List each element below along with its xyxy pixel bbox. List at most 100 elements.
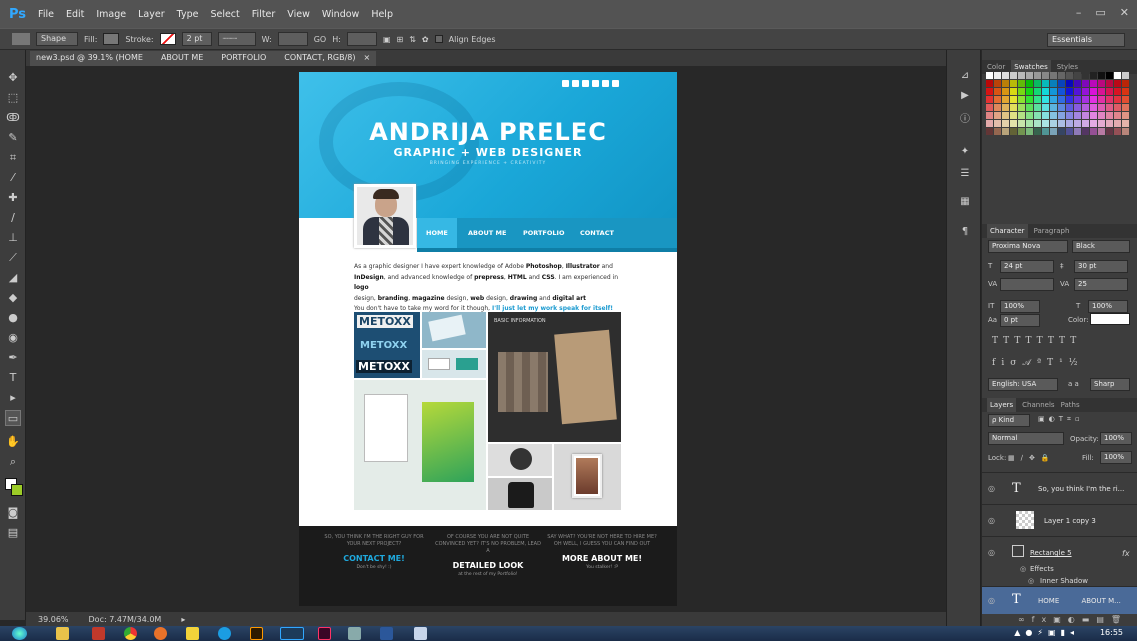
document-tab[interactable]: new3.psd @ 39.1% (HOME ABOUT ME PORTFOLI… xyxy=(30,51,377,66)
workspace-select[interactable]: Essentials xyxy=(1047,33,1125,47)
swatch[interactable] xyxy=(1018,120,1025,127)
swatch[interactable] xyxy=(1122,96,1129,103)
align-edges-checkbox[interactable] xyxy=(434,35,443,43)
status-arrow-icon[interactable]: ▸ xyxy=(181,615,185,624)
swatch[interactable] xyxy=(1114,128,1121,135)
taskbar-app-icon[interactable] xyxy=(348,627,361,640)
portfolio-magazine[interactable]: BASIC INFORMATION xyxy=(488,312,621,442)
swatch[interactable] xyxy=(1058,88,1065,95)
swatch[interactable] xyxy=(1042,80,1049,87)
crop-tool-icon[interactable]: ⌗ xyxy=(5,150,21,166)
swatch[interactable] xyxy=(994,72,1001,79)
swatch[interactable] xyxy=(1002,72,1009,79)
swatch[interactable] xyxy=(994,120,1001,127)
swatch[interactable] xyxy=(1002,128,1009,135)
swatch[interactable] xyxy=(1106,72,1113,79)
menu-type[interactable]: Type xyxy=(177,9,199,20)
type-tool-icon[interactable]: T xyxy=(5,370,21,386)
swatch[interactable] xyxy=(1114,120,1121,127)
swatch[interactable] xyxy=(994,80,1001,87)
swatch[interactable] xyxy=(1018,128,1025,135)
taskbar-chrome-icon[interactable] xyxy=(124,627,137,640)
vertical-scale-field[interactable]: 100% xyxy=(1000,300,1040,313)
fill-field[interactable]: 100% xyxy=(1100,451,1132,464)
swatch[interactable] xyxy=(1106,96,1113,103)
brush-tool-icon[interactable]: ∕ xyxy=(5,210,21,226)
swatch[interactable] xyxy=(1050,96,1057,103)
font-size-field[interactable]: 24 pt xyxy=(1000,260,1054,273)
swatch[interactable] xyxy=(986,120,993,127)
history-brush-icon[interactable]: ⟋ xyxy=(5,250,21,266)
swatch[interactable] xyxy=(1066,104,1073,111)
swatch[interactable] xyxy=(1058,72,1065,79)
swatch[interactable] xyxy=(1074,96,1081,103)
tray-icons[interactable]: ▲●⚡▣▮◂ xyxy=(1014,628,1079,637)
eraser-tool-icon[interactable]: ◢ xyxy=(5,270,21,286)
minimize-icon[interactable]: – xyxy=(1076,6,1082,19)
language-select[interactable]: English: USA xyxy=(988,378,1058,391)
swatch[interactable] xyxy=(1114,72,1121,79)
swatch[interactable] xyxy=(1034,80,1041,87)
swatch[interactable] xyxy=(1090,80,1097,87)
swatch[interactable] xyxy=(1082,112,1089,119)
menu-layer[interactable]: Layer xyxy=(138,9,165,20)
menu-help[interactable]: Help xyxy=(371,9,393,20)
swatch[interactable] xyxy=(1082,88,1089,95)
swatch[interactable] xyxy=(1050,112,1057,119)
swatch[interactable] xyxy=(1082,96,1089,103)
swatch[interactable] xyxy=(1082,104,1089,111)
history-icon[interactable]: ⊿ xyxy=(959,70,971,82)
taskbar-app-icon[interactable] xyxy=(414,627,427,640)
swatch[interactable] xyxy=(1098,96,1105,103)
swatch[interactable] xyxy=(1122,128,1129,135)
swatch[interactable] xyxy=(1090,120,1097,127)
menu-window[interactable]: Window xyxy=(322,9,359,20)
swatch[interactable] xyxy=(1098,104,1105,111)
menu-file[interactable]: File xyxy=(38,9,54,20)
swatch[interactable] xyxy=(1050,72,1057,79)
footer-about[interactable]: SAY WHAT? YOU'RE NOT HERE TO HIRE ME? OH… xyxy=(547,534,657,570)
swatch[interactable] xyxy=(1026,112,1033,119)
swatch[interactable] xyxy=(1098,80,1105,87)
stamp-tool-icon[interactable]: ⊥ xyxy=(5,230,21,246)
menu-view[interactable]: View xyxy=(287,9,310,20)
swatch[interactable] xyxy=(1098,72,1105,79)
eye-icon[interactable]: ◎ xyxy=(988,548,995,557)
layer-row-selected[interactable]: ◎ T HOME ABOUT M... xyxy=(982,586,1137,614)
swatch[interactable] xyxy=(1010,120,1017,127)
swatch[interactable] xyxy=(1066,112,1073,119)
portfolio-business-cards[interactable] xyxy=(422,312,486,348)
swatch[interactable] xyxy=(1098,128,1105,135)
swatch[interactable] xyxy=(1018,112,1025,119)
effects-eye-icon[interactable]: ◎ xyxy=(1020,565,1026,573)
swatch[interactable] xyxy=(1026,80,1033,87)
swatch[interactable] xyxy=(1074,128,1081,135)
swatch[interactable] xyxy=(1066,128,1073,135)
swatch[interactable] xyxy=(1034,128,1041,135)
swatch[interactable] xyxy=(1058,80,1065,87)
baseline-shift-field[interactable]: 0 pt xyxy=(1000,314,1040,327)
tab-channels[interactable]: Channels xyxy=(1022,398,1054,412)
stroke-type-select[interactable]: ┈┈┈ xyxy=(217,32,256,46)
swatch[interactable] xyxy=(1058,104,1065,111)
swatch[interactable] xyxy=(986,80,993,87)
taskbar-photoshop-icon[interactable] xyxy=(280,627,304,640)
swatch[interactable] xyxy=(1034,104,1041,111)
swatch[interactable] xyxy=(994,96,1001,103)
portfolio-tshirt[interactable] xyxy=(488,478,552,510)
eyedropper-tool-icon[interactable]: ⁄ xyxy=(5,170,21,186)
swatch[interactable] xyxy=(1002,112,1009,119)
document-canvas[interactable]: ANDRIJA PRELEC GRAPHIC + WEB DESIGNER BR… xyxy=(299,72,677,606)
swatch[interactable] xyxy=(986,88,993,95)
swatch[interactable] xyxy=(1042,88,1049,95)
swatch[interactable] xyxy=(1018,96,1025,103)
font-style-select[interactable]: Black xyxy=(1072,240,1130,253)
swatch[interactable] xyxy=(1042,120,1049,127)
swatch[interactable] xyxy=(1074,112,1081,119)
taskbar-app-icon[interactable] xyxy=(92,627,105,640)
swatch[interactable] xyxy=(1026,120,1033,127)
swatch[interactable] xyxy=(1026,104,1033,111)
kerning-field[interactable] xyxy=(1000,278,1054,291)
swatch[interactable] xyxy=(1018,88,1025,95)
gear-icon[interactable]: ✿ xyxy=(422,35,429,44)
